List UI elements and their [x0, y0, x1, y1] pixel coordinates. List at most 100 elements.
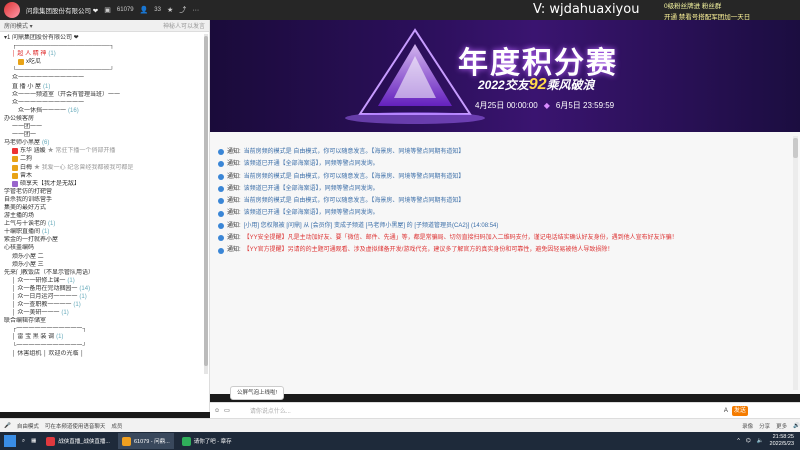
channel-tree-item[interactable]: 直 播 小 屋 (1): [4, 83, 209, 91]
channel-tree-item-label: └──────────────────────┘: [12, 67, 115, 74]
channel-tree-item[interactable]: 硕享天【我才是无敌】: [4, 180, 209, 188]
chat-scrollbar-thumb[interactable]: [793, 138, 798, 158]
mode-label[interactable]: 自由模式: [17, 422, 39, 430]
tray-chevron-icon[interactable]: ^: [737, 438, 740, 444]
channel-tree-item[interactable]: 东华 涵媛 ★ 常驻下播一个俏部开播: [4, 147, 209, 155]
taskbar-app[interactable]: 61079 - 问鼎...: [117, 433, 174, 449]
channel-tree-item[interactable]: │ 众一美研一一一 (1): [4, 309, 209, 317]
channel-tree-item-label: ┌一一一一一一一一一一一┐: [12, 326, 87, 333]
mic-icon[interactable]: 🎤: [4, 423, 11, 429]
channel-tree-item[interactable]: │ 众一备用在完动捆园一 (14): [4, 285, 209, 293]
notice-icon: [218, 222, 224, 229]
anon-speak-setting[interactable]: 神秘人可以发言: [163, 21, 205, 30]
record-button[interactable]: 录像: [742, 422, 753, 430]
tray-network-icon[interactable]: ⌬: [746, 438, 751, 444]
channel-tree-item-label: 学管老仿的打靶营: [4, 188, 53, 195]
channel-tree-item[interactable]: 马老师小黑屋 (6): [4, 139, 209, 147]
chat-message: 通知: 当前房频的模式是 自由模式，你可以随意发言。【海景房、同境等警点同期有道知…: [218, 195, 800, 207]
send-button[interactable]: 发送: [731, 405, 748, 416]
channel-tree-item[interactable]: 众一一一频道室（开会有管理当班）一一: [4, 91, 209, 99]
channel-tree-item[interactable]: 集美的最好方式: [4, 204, 209, 212]
channel-tree-item[interactable]: 众一一一一一一一一一一一: [4, 74, 209, 82]
sidebar-scrollbar-thumb[interactable]: [204, 36, 208, 366]
chat-message-text: 【YY官方提醒】另请的的主题可通观看、涉及虚拟储备开发/游戏代充，建议多了解官方…: [243, 247, 614, 254]
channel-tree-item[interactable]: 自杀我的训练营手: [4, 196, 209, 204]
emoji-icon[interactable]: ☺: [214, 408, 220, 414]
channel-tree-item[interactable]: 心核盖编码: [4, 244, 209, 252]
channel-tree-item[interactable]: 紫金的一打就养小屋: [4, 236, 209, 244]
channel-tree-item[interactable]: ┌一一一一一一一一一一一┐: [4, 325, 209, 333]
room-mode-dropdown[interactable]: 房间模式 ▾: [4, 21, 33, 30]
channel-tree: ▾1 问鼎集团股份有限公司 ❤ ┌──────────────────────┐ │…: [0, 32, 209, 358]
channel-tree-item[interactable]: └一一一一一一一一一一一┘: [4, 342, 209, 350]
chat-message: 通知: [小用] 您权限被 [问鼎] 从 [会员你] 变成子频道 [马老师小黑屋]…: [218, 220, 800, 232]
chat-message: 通知: 当前房频的模式是 自由模式，你可以随意发言。【海景房、同境等警点同期有道知…: [218, 146, 800, 158]
chat-scrollbar[interactable]: [793, 136, 798, 390]
channel-tree-item[interactable]: 一一团一一: [4, 123, 209, 131]
channel-tree-item[interactable]: 白梅 ★ 我爱一心 纪念曾经我都被我可都是: [4, 164, 209, 172]
star-icon[interactable]: ★: [167, 6, 173, 14]
bubble-tooltip[interactable]: 公屏气泡上线啦!: [230, 386, 284, 400]
notice-icon: [218, 173, 224, 180]
channel-avatar[interactable]: [4, 2, 20, 18]
channel-tree-item[interactable]: 游主播的场: [4, 212, 209, 220]
event-banner[interactable]: 年度积分赛 2022交友92乘风破浪 4月25日 00:00:00 ◆ 6月5日…: [210, 20, 800, 132]
channel-tree-item[interactable]: 十编职直播间 (1): [4, 228, 209, 236]
channel-tree-item[interactable]: └──────────────────────┘: [4, 66, 209, 74]
taskbar-clock[interactable]: 21:58:25 2022/5/23: [770, 434, 800, 448]
channel-tree-item[interactable]: x吃瓜: [4, 58, 209, 66]
channel-tree-item-label: 众一休挡一一一一: [18, 107, 67, 114]
banner-sub-number: 92: [528, 76, 547, 93]
channel-tree-item[interactable]: 曾木: [4, 172, 209, 180]
channel-tree-item[interactable]: ┌──────────────────────┐: [4, 42, 209, 50]
channel-tree-item-label: 集美的最好方式: [4, 204, 47, 211]
taskbar-app[interactable]: 请你了吧 - 章存: [178, 433, 236, 449]
channel-tree-item-label: 办公候客房: [4, 115, 35, 122]
channel-tree-item[interactable]: 一一团一: [4, 131, 209, 139]
chat-message-text: 当前房频的模式是 自由模式，你可以随意发言。【海景房、同境等警点同期有道知】: [243, 149, 465, 155]
channel-tree-item[interactable]: 烦乐小屋 二: [4, 253, 209, 261]
share-icon[interactable]: ⤴: [179, 5, 186, 15]
channel-tree-item[interactable]: │ 众一日月运河一一一一 (1): [4, 293, 209, 301]
chat-message: 通知: 【YY安全提醒】凡是主动加好友、要「微信、邮件、先通」等，都是常骗局、切勿…: [218, 232, 800, 244]
channel-tree-item[interactable]: 上气与十诶老的 (1): [4, 220, 209, 228]
mic-hint: 可在本频道使用语音聊天: [44, 423, 106, 430]
channel-tree-item[interactable]: 众一一一一一一一一一一一: [4, 99, 209, 107]
channel-tree-item[interactable]: 学管老仿的打靶营: [4, 188, 209, 196]
channel-tree-item[interactable]: 办公候客房: [4, 115, 209, 123]
chat-message-text: 【YY安全提醒】凡是主动加好友、要「微信、邮件、先通」等，都是常骗局、切勿直接扫…: [243, 235, 678, 242]
overlay-promo-line1: 0级粉丝牌进 粉丝群: [664, 3, 722, 10]
channel-tree-item[interactable]: ▾1 问鼎集团股份有限公司 ❤: [4, 34, 209, 42]
channel-tree-item[interactable]: │ 休害组机 │ 欢迎の光临 │: [4, 350, 209, 358]
channel-tree-item[interactable]: │ 众一一研修上课一 (1): [4, 277, 209, 285]
taskbar-app[interactable]: 战侠直播_战侠直播...: [42, 433, 114, 449]
search-icon[interactable]: ⌕: [22, 438, 25, 445]
windows-taskbar: ⌕ ▦ 战侠直播_战侠直播... 61079 - 问鼎... 请你了吧 - 章存 ^…: [0, 432, 800, 450]
share-button[interactable]: 分享: [759, 422, 770, 430]
windows-start-icon[interactable]: [4, 435, 16, 447]
volume-icon[interactable]: 🔊: [793, 423, 800, 429]
yy-client-window: 问鼎集团股份有限公司 ❤ ▣ 61079 👤 33 ★ ⤴ ··· V: wjd…: [0, 0, 800, 432]
chat-input[interactable]: 请你说点什么...: [250, 406, 720, 415]
channel-tree-item[interactable]: │ 雷 宝 黑 装 调 (1): [4, 333, 209, 341]
font-icon[interactable]: A: [724, 408, 728, 414]
channel-tree-item-label: 马老师小黑屋: [4, 140, 41, 147]
more-button[interactable]: 更多: [776, 422, 787, 430]
members-button[interactable]: 成员: [111, 422, 122, 430]
channel-tree-item[interactable]: │ 超 人 精 神 (1): [4, 50, 209, 58]
tray-volume-icon[interactable]: 🔈: [757, 438, 764, 444]
image-icon[interactable]: ▭: [224, 407, 230, 414]
channel-tree-item[interactable]: 先来门教饭店（不显示管队用语）: [4, 269, 209, 277]
channel-tree-item[interactable]: 众一休挡一一一一 (16): [4, 107, 209, 115]
task-view-icon[interactable]: ▦: [31, 438, 36, 444]
channel-tree-item-label: └一一一一一一一一一一一┘: [12, 342, 87, 349]
channel-tree-item-label: 一一团一一: [12, 124, 43, 131]
channel-tree-item[interactable]: 烦乐小屋 三: [4, 261, 209, 269]
sidebar-scrollbar[interactable]: [204, 34, 208, 374]
channel-member-count: (1): [43, 83, 51, 90]
channel-member-count: (1): [61, 310, 69, 317]
channel-tree-item[interactable]: │ 众一查职教一一一一 (1): [4, 301, 209, 309]
channel-tree-item[interactable]: 联合编辑存储室: [4, 317, 209, 325]
more-icon[interactable]: ···: [192, 7, 199, 14]
channel-tree-item[interactable]: 二狗: [4, 155, 209, 163]
